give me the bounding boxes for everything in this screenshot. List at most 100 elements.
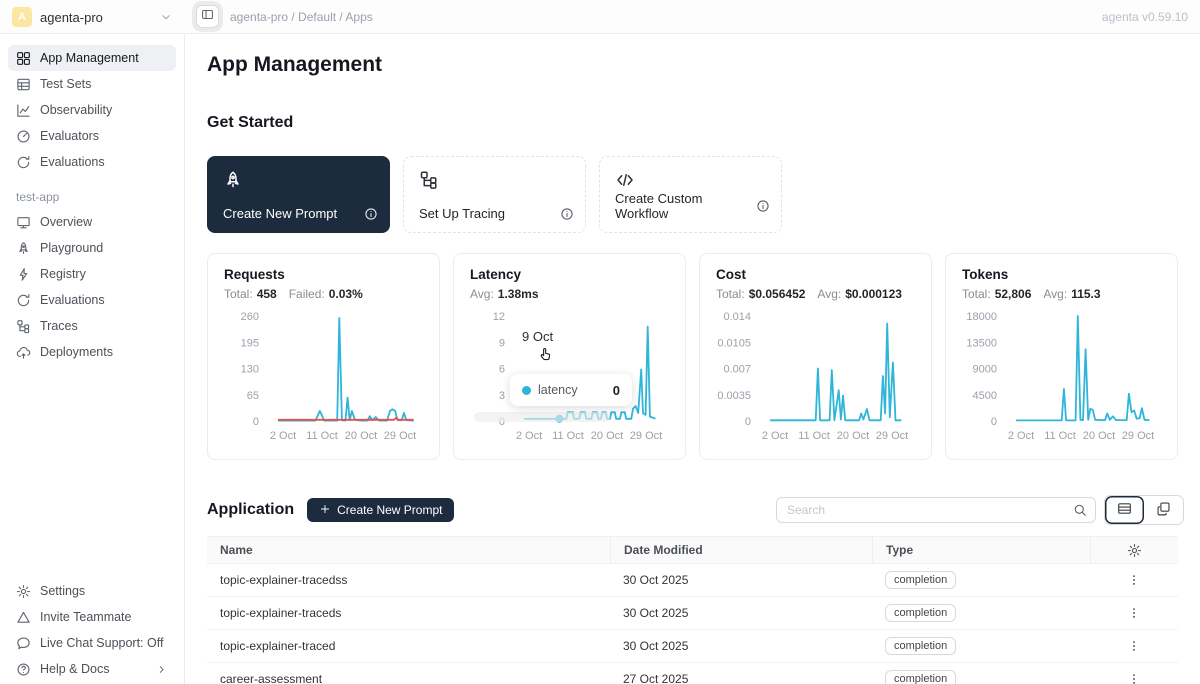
row-type: completion [872,663,1090,684]
sidebar-item-registry[interactable]: Registry [8,261,176,287]
sidebar-toggle-button[interactable] [196,5,219,28]
sidebar-main-nav: App ManagementTest SetsObservabilityEval… [0,45,184,175]
column-header-date-modified: Date Modified [610,537,872,563]
chart-title: Requests [224,267,285,282]
svg-text:65: 65 [247,390,259,402]
rocket-icon [223,170,243,190]
sidebar-item-label: Traces [40,319,78,333]
cycle-icon [16,293,31,308]
card-view-button[interactable] [1144,496,1183,524]
chart-stat: Avg:$0.000123 [817,287,902,301]
help-icon [16,662,31,677]
row-menu-icon[interactable] [1123,602,1145,624]
row-menu-icon[interactable] [1123,668,1145,684]
application-title: Application [207,501,294,519]
workspace-selector[interactable]: A agenta-pro [0,0,185,34]
sidebar-item-observability[interactable]: Observability [8,97,176,123]
svg-text:11 Oct: 11 Oct [306,430,338,442]
get-started-card-create-custom-workflow[interactable]: Create Custom Workflow [599,156,782,233]
search-input[interactable] [777,503,1065,517]
chart-card-latency: LatencyAvg:1.38ms0369122 Oct11 Oct20 Oct… [453,253,686,460]
table-body: topic-explainer-tracedss30 Oct 2025compl… [207,564,1178,684]
stat-value: 0.03% [329,287,363,301]
agenta-dashboard: A agenta-pro agenta-pro / Default / Apps… [0,0,1200,684]
svg-text:0: 0 [253,416,259,428]
card-label-row: Create Custom Workflow [615,191,770,221]
sidebar-item-overview[interactable]: Overview [8,209,176,235]
version-label: agenta v0.59.10 [1102,0,1188,34]
sidebar-item-evaluations[interactable]: Evaluations [8,287,176,313]
sidebar-item-help-docs[interactable]: Help & Docs [8,656,176,682]
requests-chart: 0651301952602 Oct11 Oct20 Oct29 Oct [208,305,441,457]
card-label-row: Set Up Tracing [419,206,574,221]
sidebar-item-label: Help & Docs [40,662,109,676]
sidebar-item-evaluators[interactable]: Evaluators [8,123,176,149]
svg-text:29 Oct: 29 Oct [384,430,416,442]
row-name: topic-explainer-traceds [207,606,610,620]
svg-text:11 Oct: 11 Oct [552,430,584,442]
svg-text:29 Oct: 29 Oct [1122,430,1154,442]
sidebar-item-live-chat-support-off[interactable]: Live Chat Support: Off [8,630,176,656]
table-row[interactable]: career-assessment27 Oct 2025completion [207,663,1178,684]
breadcrumb[interactable]: agenta-pro / Default / Apps [230,0,373,34]
view-toggle [1104,495,1184,525]
row-type: completion [872,630,1090,662]
column-settings-gear-icon[interactable] [1127,543,1142,558]
svg-text:0: 0 [991,416,997,428]
gauge-icon [16,129,31,144]
top-bar: A agenta-pro agenta-pro / Default / Apps… [0,0,1200,34]
stat-label: Total: [224,287,253,301]
search-icon[interactable] [1065,498,1095,522]
sidebar-item-test-sets[interactable]: Test Sets [8,71,176,97]
rocket-icon [16,241,31,256]
stat-label: Avg: [1043,287,1067,301]
sidebar-item-traces[interactable]: Traces [8,313,176,339]
tooltip-value: 0 [613,383,620,398]
sidebar-item-evaluations[interactable]: Evaluations [8,149,176,175]
sidebar-item-playground[interactable]: Playground [8,235,176,261]
svg-text:20 Oct: 20 Oct [837,430,869,442]
table-view-button[interactable] [1105,496,1144,524]
row-date-modified: 30 Oct 2025 [610,630,872,662]
metrics-charts-row: RequestsTotal:458Failed:0.03%06513019526… [207,253,1178,460]
get-started-card-set-up-tracing[interactable]: Set Up Tracing [403,156,586,233]
sidebar-item-invite-teammate[interactable]: Invite Teammate [8,604,176,630]
sidebar-toggle-icon [201,8,214,26]
tree-icon [419,170,439,190]
sidebar-item-deployments[interactable]: Deployments [8,339,176,365]
svg-text:20 Oct: 20 Oct [345,430,377,442]
sidebar-item-label: Test Sets [40,77,91,91]
row-type: completion [872,564,1090,596]
row-menu-icon[interactable] [1123,569,1145,591]
info-icon [560,207,574,221]
svg-text:11 Oct: 11 Oct [1044,430,1076,442]
get-started-card-create-new-prompt[interactable]: Create New Prompt [207,156,390,233]
page-title: App Management [207,53,382,77]
stat-label: Failed: [289,287,325,301]
sidebar-item-settings[interactable]: Settings [8,578,176,604]
row-name: topic-explainer-traced [207,639,610,653]
sidebar-item-label: Playground [40,241,103,255]
create-new-prompt-button[interactable]: Create New Prompt [307,498,454,522]
row-actions [1090,597,1178,629]
sidebar-item-app-management[interactable]: App Management [8,45,176,71]
chart-tooltip: latency0 [510,374,632,406]
sidebar-item-label: Evaluations [40,293,105,307]
type-badge: completion [885,670,956,684]
sidebar-bottom-nav: SettingsInvite TeammateLive Chat Support… [0,578,184,682]
chart-stat: Avg:115.3 [1043,287,1100,301]
row-date-modified: 30 Oct 2025 [610,597,872,629]
row-type: completion [872,597,1090,629]
chevron-down-icon [159,10,173,24]
svg-text:2 Oct: 2 Oct [762,430,788,442]
cost-chart: 00.00350.0070.01050.0142 Oct11 Oct20 Oct… [700,305,933,457]
bolt-icon [16,267,31,282]
table-row[interactable]: topic-explainer-traced30 Oct 2025complet… [207,630,1178,663]
row-menu-icon[interactable] [1123,635,1145,657]
svg-text:260: 260 [241,311,259,323]
sidebar-item-label: Deployments [40,345,113,359]
table-row[interactable]: topic-explainer-traceds30 Oct 2025comple… [207,597,1178,630]
chart-card-cost: CostTotal:$0.056452Avg:$0.00012300.00350… [699,253,932,460]
table-row[interactable]: topic-explainer-tracedss30 Oct 2025compl… [207,564,1178,597]
stat-value: 1.38ms [498,287,539,301]
